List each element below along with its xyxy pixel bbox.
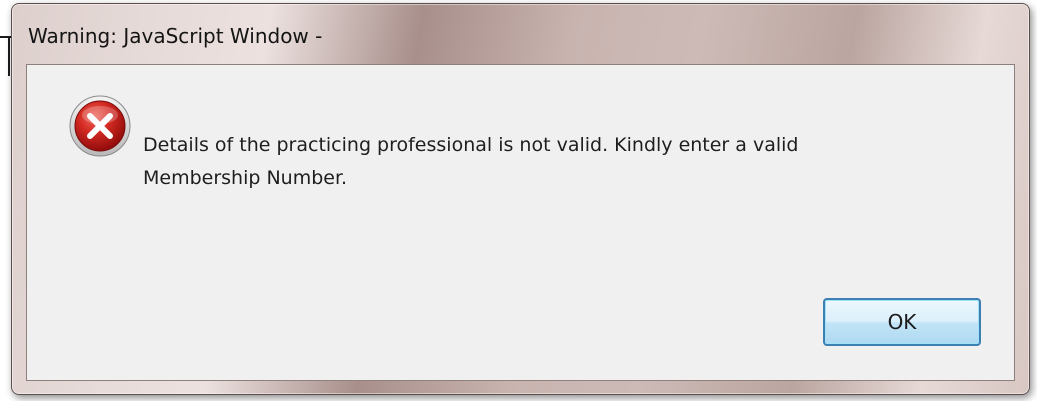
message-line: Details of the practicing professional i… — [143, 134, 799, 156]
dialog-body: Details of the practicing professional i… — [26, 64, 1015, 381]
error-message: Details of the practicing professional i… — [143, 129, 943, 195]
ok-button[interactable]: OK — [823, 298, 981, 346]
window-title: Warning: JavaScript Window - — [28, 24, 323, 48]
title-bar[interactable]: Warning: JavaScript Window - — [12, 4, 1029, 60]
message-line: Membership Number. — [143, 167, 348, 189]
alert-dialog: Warning: JavaScript Window - Details of … — [11, 3, 1030, 395]
error-icon — [69, 95, 131, 157]
background-line — [8, 36, 10, 76]
